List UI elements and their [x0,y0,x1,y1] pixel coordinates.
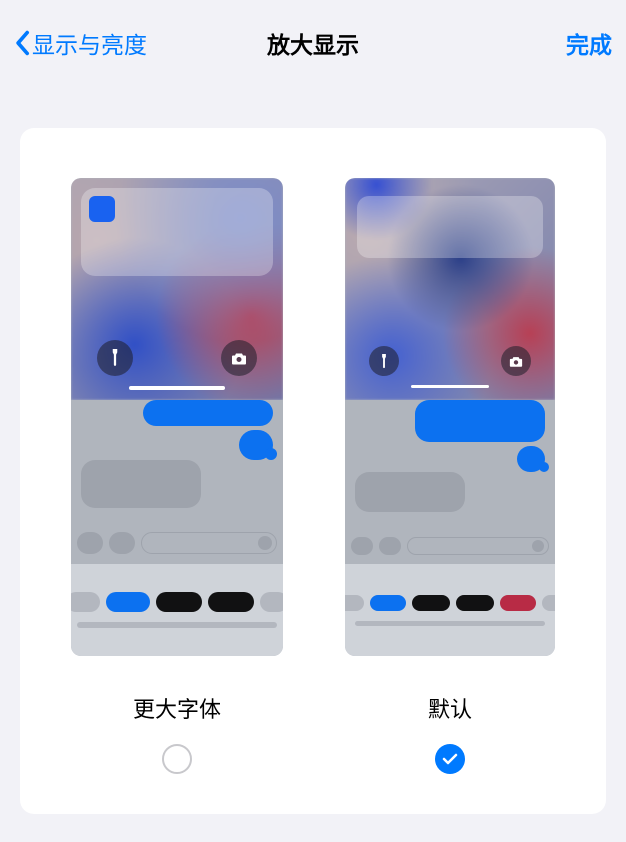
message-bubble [355,472,465,512]
lock-screen-preview [71,178,283,400]
message-bubble [81,460,201,508]
checkmark-icon [442,752,458,766]
flashlight-icon [379,354,389,369]
messages-preview [71,400,283,564]
dock-row [77,622,277,628]
dock-preview [345,564,555,656]
flashlight-icon [109,349,121,367]
dock-item [208,592,254,612]
app-icon [89,196,115,222]
camera-button [221,340,257,376]
camera-icon [351,537,373,555]
chevron-left-icon [14,30,30,56]
camera-icon [231,352,247,365]
message-bubble [415,400,545,442]
dock-row [71,592,283,612]
preview-default [345,178,555,656]
option-label: 更大字体 [133,692,221,724]
mic-icon [532,540,544,552]
home-indicator [129,386,225,390]
dock-item [77,622,277,628]
messages-preview [345,400,555,564]
mic-icon [258,536,272,550]
dock-item [106,592,150,612]
option-default[interactable]: 默认 [345,178,555,774]
dock-item [542,595,555,611]
message-tail [539,462,549,472]
options-card: 更大字体 [20,128,606,814]
option-label: 默认 [428,692,472,724]
dock-item [355,621,545,626]
dock-item [260,592,283,612]
dock-item [456,595,494,611]
done-button[interactable]: 完成 [566,26,612,60]
camera-button [501,346,531,376]
message-tail [265,448,277,460]
text-input [407,537,549,555]
dock-row [355,621,545,626]
dock-item [412,595,450,611]
message-bubble [143,400,273,426]
dock-item [345,595,364,611]
widget-area [357,196,543,258]
message-input-bar [77,528,277,558]
text-input [141,532,277,554]
appstore-icon [379,537,401,555]
camera-icon [77,532,103,554]
flashlight-button [369,346,399,376]
dock-item [370,595,406,611]
option-larger-text[interactable]: 更大字体 [71,178,283,774]
preview-larger [71,178,283,656]
dock-item [71,592,100,612]
dock-item [500,595,536,611]
camera-icon [509,356,523,367]
dock-preview [71,564,283,656]
lock-screen-preview [345,178,555,400]
flashlight-button [97,340,133,376]
navigation-bar: 显示与亮度 放大显示 完成 [0,0,626,86]
page-title: 放大显示 [267,26,359,60]
appstore-icon [109,532,135,554]
radio-checked[interactable] [435,744,465,774]
back-label: 显示与亮度 [32,26,147,60]
home-indicator [411,385,489,388]
dock-item [156,592,202,612]
radio-unchecked[interactable] [162,744,192,774]
back-button[interactable]: 显示与亮度 [14,26,147,60]
message-input-bar [351,534,549,558]
dock-row [345,595,555,611]
